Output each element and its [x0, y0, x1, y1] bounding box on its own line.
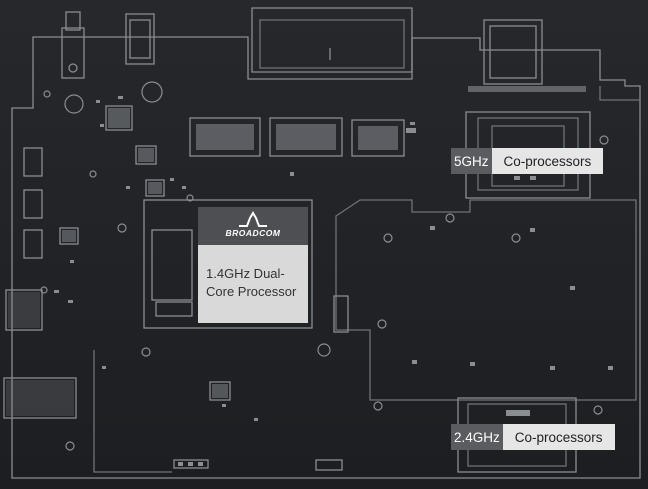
- coprocessor-2-4ghz-frequency: 2.4GHz: [451, 424, 503, 450]
- cpu-processor-callout: BROADCOM 1.4GHz Dual- Core Processor: [198, 207, 308, 323]
- coprocessor-5ghz-label: 5GHz Co-processors: [451, 148, 604, 174]
- broadcom-logo: BROADCOM: [198, 207, 308, 245]
- coprocessor-5ghz-name: Co-processors: [491, 148, 604, 174]
- circuit-board-diagram: BROADCOM 1.4GHz Dual- Core Processor 5GH…: [0, 0, 648, 489]
- coprocessor-2-4ghz-label: 2.4GHz Co-processors: [451, 424, 615, 450]
- coprocessor-5ghz-frequency: 5GHz: [451, 148, 492, 174]
- coprocessor-2-4ghz-name: Co-processors: [502, 424, 615, 450]
- broadcom-brand-text: BROADCOM: [225, 228, 281, 238]
- board-outline-drawing: [3, 7, 641, 479]
- processor-label: 1.4GHz Dual- Core Processor: [206, 265, 306, 301]
- broadcom-wave-icon: [239, 211, 267, 227]
- processor-label-text: 1.4GHz Dual- Core Processor: [206, 266, 297, 299]
